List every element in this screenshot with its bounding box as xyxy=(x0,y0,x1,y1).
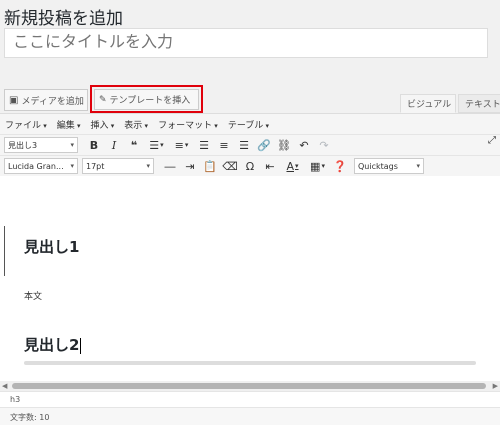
paste-text-icon[interactable]: 📋 xyxy=(200,157,220,175)
editor-content[interactable]: 見出し1 本文 見出し2 xyxy=(0,176,500,381)
menu-edit[interactable]: 編集 xyxy=(52,118,86,131)
fullscreen-icon[interactable]: ⤢ xyxy=(488,135,496,146)
quicktags-select[interactable]: Quicktags ▾ xyxy=(354,158,424,174)
align-center-icon[interactable]: ≡ xyxy=(214,136,234,154)
clear-formatting-icon[interactable]: ⌫ xyxy=(220,157,240,175)
format-select-value: 見出し3 xyxy=(8,140,38,150)
redo-icon[interactable]: ↷ xyxy=(314,136,334,154)
align-right-icon[interactable]: ☰ xyxy=(234,136,254,154)
unlink-icon[interactable]: ⛓ xyxy=(274,136,294,154)
menu-format[interactable]: フォーマット xyxy=(153,118,223,131)
text-color-icon[interactable]: A xyxy=(280,157,305,175)
font-size-value: 17pt xyxy=(86,161,105,171)
element-path[interactable]: h3 xyxy=(0,391,500,407)
pencil-icon: ✎ xyxy=(99,94,107,105)
toolbar-row-2: Lucida Gran... ▾ 17pt ▾ ― ⇥ 📋 ⌫ Ω ⇤ A ▦ … xyxy=(0,155,500,176)
add-media-button[interactable]: ▣ メディアを追加 xyxy=(4,89,88,111)
content-heading-2-text: 見出し2 xyxy=(24,336,80,354)
format-select[interactable]: 見出し3 ▾ xyxy=(4,137,78,153)
outdent-icon[interactable]: ⇤ xyxy=(260,157,280,175)
numbered-list-icon[interactable]: ≡ xyxy=(169,136,194,154)
page-title: 新規投稿を追加 xyxy=(4,9,123,29)
font-size-select[interactable]: 17pt ▾ xyxy=(82,158,154,174)
content-heading-2[interactable]: 見出し2 xyxy=(24,334,82,355)
text-caret xyxy=(80,337,82,354)
chevron-down-icon: ▾ xyxy=(70,162,74,170)
editor: ファイル 編集 挿入 表示 フォーマット テーブル 見出し3 ▾ B I ❝ ☰… xyxy=(0,113,500,425)
horizontal-scrollbar[interactable]: ◀ ▶ xyxy=(0,381,500,391)
font-family-select[interactable]: Lucida Gran... ▾ xyxy=(4,158,78,174)
quicktags-value: Quicktags xyxy=(358,161,398,171)
table-icon[interactable]: ▦ xyxy=(305,157,330,175)
help-icon[interactable]: ❓ xyxy=(330,157,350,175)
italic-icon[interactable]: I xyxy=(104,136,124,154)
content-heading-1[interactable]: 見出し1 xyxy=(24,236,79,257)
link-icon[interactable]: 🔗 xyxy=(254,136,274,154)
horizontal-line-icon[interactable]: ― xyxy=(160,157,180,175)
word-count: 文字数: 10 xyxy=(0,407,500,425)
bullet-list-icon[interactable]: ☰ xyxy=(144,136,169,154)
scroll-left-icon[interactable]: ◀ xyxy=(2,381,7,391)
blockquote-icon[interactable]: ❝ xyxy=(124,136,144,154)
menu-insert[interactable]: 挿入 xyxy=(86,118,120,131)
menu-file[interactable]: ファイル xyxy=(0,118,52,131)
tab-text[interactable]: テキスト xyxy=(458,94,500,113)
content-paragraph[interactable]: 本文 xyxy=(24,289,42,302)
menu-table[interactable]: テーブル xyxy=(223,118,274,131)
post-title-input[interactable] xyxy=(4,28,488,58)
chevron-down-icon: ▾ xyxy=(146,162,150,170)
content-scroll-track xyxy=(24,361,476,365)
insert-template-label: テンプレートを挿入 xyxy=(109,96,191,106)
block-indicator xyxy=(4,226,5,276)
bold-icon[interactable]: B xyxy=(84,136,104,154)
add-media-label: メディアを追加 xyxy=(21,96,84,107)
scrollbar-thumb[interactable] xyxy=(12,383,486,389)
indent-icon[interactable]: ⇥ xyxy=(180,157,200,175)
tab-visual[interactable]: ビジュアル xyxy=(400,94,456,113)
toolbar-row-1: 見出し3 ▾ B I ❝ ☰ ≡ ☰ ≡ ☰ 🔗 ⛓ ↶ ↷ xyxy=(0,134,500,155)
scroll-right-icon[interactable]: ▶ xyxy=(493,381,498,391)
special-character-icon[interactable]: Ω xyxy=(240,157,260,175)
chevron-down-icon: ▾ xyxy=(70,141,74,149)
font-family-value: Lucida Gran... xyxy=(8,161,64,171)
menu-view[interactable]: 表示 xyxy=(119,118,153,131)
chevron-down-icon: ▾ xyxy=(416,162,420,170)
media-icon: ▣ xyxy=(9,94,19,106)
insert-template-button[interactable]: ✎ テンプレートを挿入 xyxy=(94,89,199,110)
editor-menubar: ファイル 編集 挿入 表示 フォーマット テーブル xyxy=(0,114,500,134)
align-left-icon[interactable]: ☰ xyxy=(194,136,214,154)
undo-icon[interactable]: ↶ xyxy=(294,136,314,154)
